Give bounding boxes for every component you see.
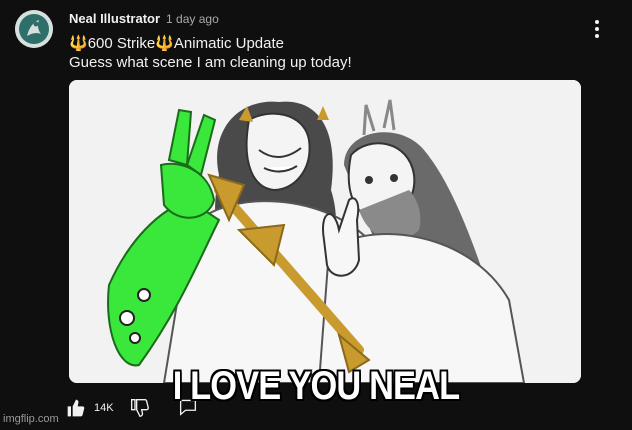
post-image[interactable] [69,80,581,383]
post-time[interactable]: 1 day ago [166,12,219,26]
title-part-1: 600 Strike [87,35,156,52]
more-options-button[interactable] [590,20,604,42]
trident-emoji-icon: 🔱 [155,35,174,52]
mermaid-avatar-icon [15,10,53,48]
meme-caption: I LOVE YOU NEAL [172,364,460,408]
sketch-illustration [69,80,581,383]
title-part-2: Animatic Update [173,35,284,52]
channel-name[interactable]: Neal Illustrator [69,11,160,26]
post-title: 🔱600 Strike🔱Animatic Update [69,34,284,52]
post-header: Neal Illustrator 1 day ago [69,11,219,26]
imgflip-watermark: imgflip.com [3,413,59,425]
more-vert-icon [595,20,599,24]
post-body: Guess what scene I am cleaning up today! [69,54,352,71]
trident-emoji-icon: 🔱 [69,35,88,52]
channel-avatar[interactable] [15,10,53,48]
